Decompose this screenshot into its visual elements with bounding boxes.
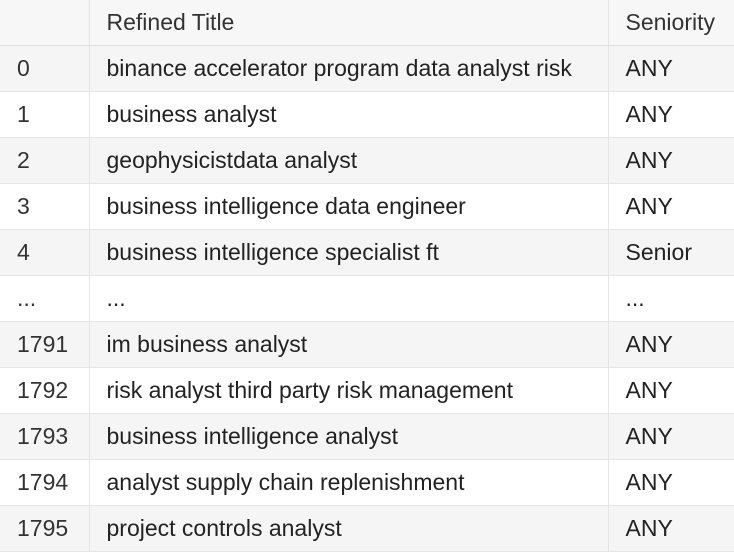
ellipsis-row: ... ... ... — [0, 275, 734, 322]
header-row: Refined Title Seniority — [0, 0, 734, 46]
table-row: 1792 risk analyst third party risk manag… — [0, 367, 734, 414]
table-header: Refined Title Seniority — [0, 0, 734, 46]
row-index: 1795 — [0, 505, 90, 552]
seniority-cell: Senior — [608, 229, 734, 276]
seniority-cell: ANY — [608, 137, 734, 184]
row-index: 0 — [0, 45, 90, 92]
seniority-cell: ANY — [608, 91, 734, 138]
refined-title-cell: business intelligence specialist ft — [89, 229, 609, 276]
seniority-cell: ... — [608, 275, 734, 322]
refined-title-cell: geophysicistdata analyst — [89, 137, 609, 184]
table-row: 3 business intelligence data engineer AN… — [0, 183, 734, 230]
dataframe-output: Refined Title Seniority 0 binance accele… — [0, 0, 734, 552]
row-index: 2 — [0, 137, 90, 184]
table-row: 1794 analyst supply chain replenishment … — [0, 459, 734, 506]
seniority-cell: ANY — [608, 367, 734, 414]
table-row: 1791 im business analyst ANY — [0, 321, 734, 368]
row-index: 1791 — [0, 321, 90, 368]
row-index: 4 — [0, 229, 90, 276]
seniority-column-header: Seniority — [608, 0, 734, 46]
refined-title-cell: project controls analyst — [89, 505, 609, 552]
index-column-header — [0, 0, 90, 46]
refined-title-cell: business intelligence data engineer — [89, 183, 609, 230]
refined-title-column-header: Refined Title — [89, 0, 609, 46]
row-index: ... — [0, 275, 90, 322]
table-row: 1795 project controls analyst ANY — [0, 505, 734, 552]
row-index: 1 — [0, 91, 90, 138]
refined-title-cell: business intelligence analyst — [89, 413, 609, 460]
table-row: 1793 business intelligence analyst ANY — [0, 413, 734, 460]
refined-title-cell: binance accelerator program data analyst… — [89, 45, 609, 92]
seniority-cell: ANY — [608, 459, 734, 506]
seniority-cell: ANY — [608, 183, 734, 230]
refined-title-cell: ... — [89, 275, 609, 322]
table-row: 4 business intelligence specialist ft Se… — [0, 229, 734, 276]
row-index: 3 — [0, 183, 90, 230]
seniority-cell: ANY — [608, 413, 734, 460]
table-row: 0 binance accelerator program data analy… — [0, 45, 734, 92]
refined-title-cell: im business analyst — [89, 321, 609, 368]
seniority-cell: ANY — [608, 45, 734, 92]
table-body: 0 binance accelerator program data analy… — [0, 45, 734, 552]
refined-title-cell: business analyst — [89, 91, 609, 138]
dataframe-table: Refined Title Seniority 0 binance accele… — [0, 0, 734, 552]
seniority-cell: ANY — [608, 321, 734, 368]
refined-title-cell: risk analyst third party risk management — [89, 367, 609, 414]
refined-title-cell: analyst supply chain replenishment — [89, 459, 609, 506]
seniority-cell: ANY — [608, 505, 734, 552]
table-row: 1 business analyst ANY — [0, 91, 734, 138]
table-row: 2 geophysicistdata analyst ANY — [0, 137, 734, 184]
row-index: 1794 — [0, 459, 90, 506]
row-index: 1792 — [0, 367, 90, 414]
row-index: 1793 — [0, 413, 90, 460]
